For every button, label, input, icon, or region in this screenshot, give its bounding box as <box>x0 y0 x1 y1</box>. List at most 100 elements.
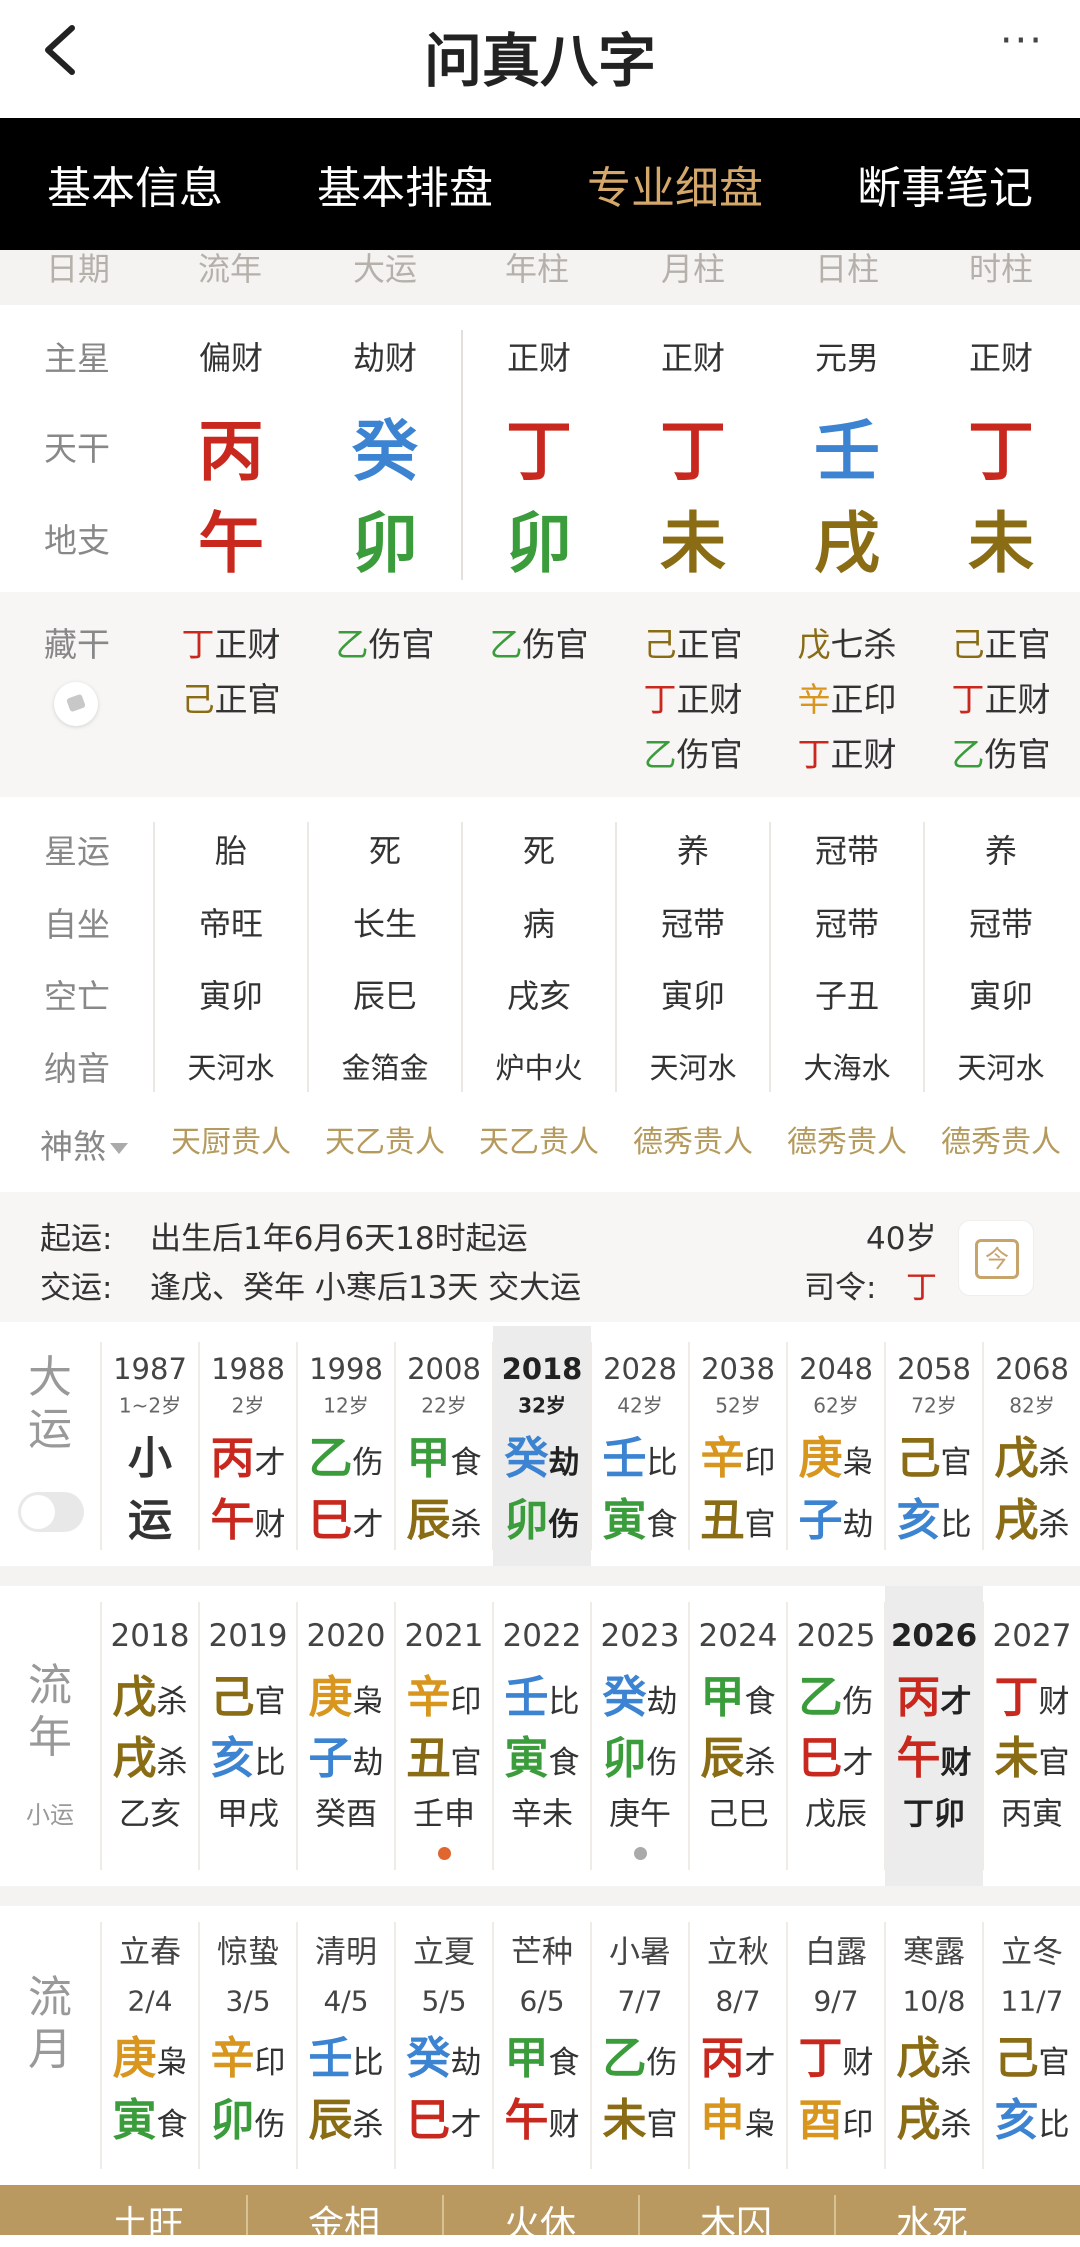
liunian-bottom-cell[interactable]: 未官 <box>995 1722 1070 1786</box>
tab-basic-chart[interactable]: 基本排盘 <box>270 152 540 216</box>
dayun-bottom-cell[interactable]: 辰杀 <box>407 1484 482 1548</box>
liuyue-bottom-cell[interactable]: 寅食 <box>113 2084 188 2148</box>
dayun-age: 12岁 <box>323 1393 369 1418</box>
canggan-god: 正官 <box>214 680 281 719</box>
dayun-top-cell[interactable]: 甲食 <box>407 1422 482 1486</box>
liunian-bottom-cell[interactable]: 巳才 <box>799 1722 874 1786</box>
liuyue-top-cell[interactable]: 庚枭 <box>113 2022 188 2086</box>
liuyue-bottom-cell[interactable]: 卯伤 <box>211 2084 286 2148</box>
dayun-top-cell[interactable]: 己官 <box>897 1422 972 1486</box>
dayun-bottom-cell[interactable]: 子劫 <box>799 1484 874 1548</box>
xiaoyun-toggle[interactable] <box>18 1492 84 1532</box>
dayun-bottom-char: 卯 <box>504 1495 549 1546</box>
dayun-bottom-god: 财 <box>254 1507 286 1543</box>
liunian-bottom-god: 官 <box>450 1745 482 1781</box>
dayun-top-cell[interactable]: 戊杀 <box>995 1422 1070 1486</box>
liunian-bottom-cell[interactable]: 午财 <box>897 1722 972 1786</box>
dayun-top-cell[interactable]: 小 <box>128 1422 172 1486</box>
nayin-value: 金箔金 <box>341 1051 429 1085</box>
shensha-value[interactable]: 天乙贵人 <box>325 1117 445 1161</box>
dayun-bottom-cell[interactable]: 寅食 <box>603 1484 678 1548</box>
dayun-top-cell[interactable]: 壬比 <box>603 1422 678 1486</box>
canggan-char: 乙 <box>335 625 369 664</box>
liuyue-top-cell[interactable]: 乙伤 <box>603 2022 678 2086</box>
liuyue-bottom-cell[interactable]: 戌杀 <box>897 2084 972 2148</box>
dayun-bottom-cell[interactable]: 午财 <box>211 1484 286 1548</box>
dayun-age: 22岁 <box>421 1393 467 1418</box>
liuyue-top-cell[interactable]: 辛印 <box>211 2022 286 2086</box>
liuyue-bottom-cell[interactable]: 未官 <box>603 2084 678 2148</box>
shensha-value[interactable]: 天厨贵人 <box>171 1117 291 1161</box>
pin-icon[interactable] <box>54 682 98 726</box>
tab-basic-info[interactable]: 基本信息 <box>0 152 270 216</box>
shensha-value[interactable]: 天乙贵人 <box>479 1117 599 1161</box>
liuyue-top-cell[interactable]: 丁财 <box>799 2022 874 2086</box>
dayun-top-cell[interactable]: 丙才 <box>211 1422 286 1486</box>
liunian-bottom-cell[interactable]: 寅食 <box>505 1722 580 1786</box>
liunian-year: 2018 <box>110 1618 190 1654</box>
liunian-top-cell[interactable]: 癸劫 <box>603 1661 678 1725</box>
dayun-top-cell[interactable]: 辛印 <box>701 1422 776 1486</box>
dayun-bottom-cell[interactable]: 巳才 <box>309 1484 384 1548</box>
kongwang-value: 子丑 <box>814 977 880 1015</box>
liuyue-top-cell[interactable]: 壬比 <box>309 2022 384 2086</box>
liunian-top-cell[interactable]: 丁财 <box>995 1661 1070 1725</box>
liunian-top-cell[interactable]: 甲食 <box>701 1661 776 1725</box>
dayun-top-cell[interactable]: 庚枭 <box>799 1422 874 1486</box>
liunian-bottom-cell[interactable]: 子劫 <box>309 1722 384 1786</box>
dayun-bottom-god: 劫 <box>842 1507 874 1543</box>
liunian-top-cell[interactable]: 壬比 <box>505 1661 580 1725</box>
liunian-top-god: 伤 <box>842 1684 874 1720</box>
dayun-bottom-cell[interactable]: 亥比 <box>897 1484 972 1548</box>
liunian-top-cell[interactable]: 辛印 <box>407 1661 482 1725</box>
liuyue-bottom-cell[interactable]: 辰杀 <box>309 2084 384 2148</box>
shensha-value[interactable]: 德秀贵人 <box>633 1117 753 1161</box>
dayun-bottom-cell[interactable]: 丑官 <box>701 1484 776 1548</box>
divider <box>688 1342 690 1550</box>
liunian-top-cell[interactable]: 乙伤 <box>799 1661 874 1725</box>
liuyue-top-cell[interactable]: 己官 <box>995 2022 1070 2086</box>
main-star: 正财 <box>968 339 1034 377</box>
shensha-dropdown[interactable]: 神煞 <box>40 1120 128 1168</box>
liunian-top-cell[interactable]: 己官 <box>211 1661 286 1725</box>
dayun-bottom-cell[interactable]: 卯伤 <box>505 1484 580 1548</box>
dayun-age: 32岁 <box>518 1393 566 1418</box>
more-icon[interactable]: ··· <box>1000 18 1044 64</box>
dayun-bottom-cell[interactable]: 运 <box>128 1484 172 1548</box>
tab-notes[interactable]: 断事笔记 <box>810 152 1080 216</box>
liunian-top-cell[interactable]: 庚枭 <box>309 1661 384 1725</box>
liuyue-bottom-cell[interactable]: 巳才 <box>407 2084 482 2148</box>
liunian-bottom-cell[interactable]: 亥比 <box>211 1722 286 1786</box>
liunian-bottom-cell[interactable]: 卯伤 <box>603 1722 678 1786</box>
canggan-entry: 辛正印 <box>798 673 897 721</box>
liuyue-bottom-cell[interactable]: 申枭 <box>701 2084 776 2148</box>
divider <box>884 1342 886 1550</box>
liuyue-bottom-char: 戌 <box>896 2095 941 2146</box>
liunian-top-char: 戊 <box>112 1672 157 1723</box>
liuyue-date: 7/7 <box>617 1984 663 2018</box>
shensha-value[interactable]: 德秀贵人 <box>941 1117 1061 1161</box>
liuyue-date: 2/4 <box>127 1984 173 2018</box>
liunian-top-god: 财 <box>1038 1684 1070 1720</box>
liunian-bottom-cell[interactable]: 丑官 <box>407 1722 482 1786</box>
dayun-top-cell[interactable]: 乙伤 <box>309 1422 384 1486</box>
liunian-top-cell[interactable]: 丙才 <box>897 1661 972 1725</box>
liunian-bottom-cell[interactable]: 戌杀 <box>113 1722 188 1786</box>
liuyue-bottom-cell[interactable]: 亥比 <box>995 2084 1070 2148</box>
liuyue-bottom-cell[interactable]: 午财 <box>505 2084 580 2148</box>
dayun-bottom-cell[interactable]: 戌杀 <box>995 1484 1070 1548</box>
liuyue-top-cell[interactable]: 戊杀 <box>897 2022 972 2086</box>
shensha-value[interactable]: 德秀贵人 <box>787 1117 907 1161</box>
liuyue-top-cell[interactable]: 丙才 <box>701 2022 776 2086</box>
liunian-top-cell[interactable]: 戊杀 <box>113 1661 188 1725</box>
calendar-button[interactable]: 今 <box>958 1220 1034 1296</box>
divider <box>590 1602 592 1870</box>
liuyue-bottom-cell[interactable]: 酉印 <box>799 2084 874 2148</box>
tiangan-char: 丁 <box>506 413 572 490</box>
liuyue-top-cell[interactable]: 甲食 <box>505 2022 580 2086</box>
liunian-bottom-cell[interactable]: 辰杀 <box>701 1722 776 1786</box>
tab-pro-detail[interactable]: 专业细盘 <box>540 152 810 216</box>
liunian-bottom-char: 辰 <box>700 1733 745 1784</box>
liuyue-top-cell[interactable]: 癸劫 <box>407 2022 482 2086</box>
dayun-top-cell[interactable]: 癸劫 <box>505 1422 580 1486</box>
